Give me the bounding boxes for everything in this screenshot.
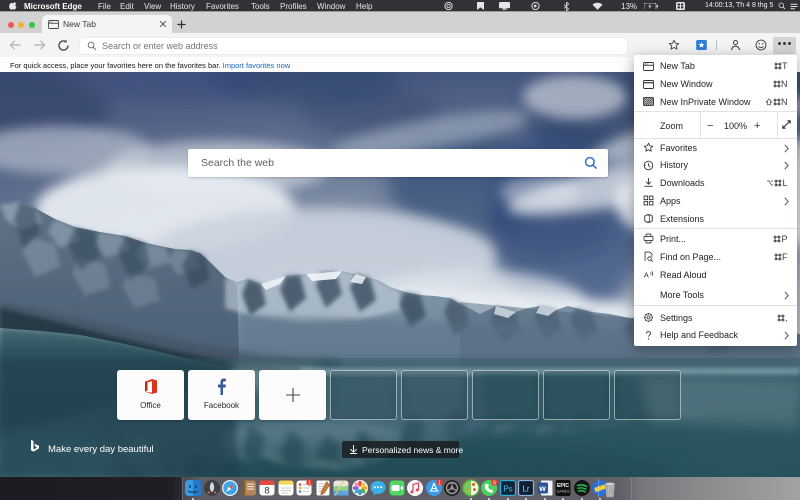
svg-text:1: 1 xyxy=(308,480,311,486)
svg-text:GAMES: GAMES xyxy=(557,489,571,493)
svg-text:A: A xyxy=(644,270,650,279)
svg-text:6: 6 xyxy=(493,480,496,486)
svg-text:8: 8 xyxy=(264,485,269,496)
svg-text:Ps: Ps xyxy=(503,484,512,493)
svg-text:Lr: Lr xyxy=(522,484,529,493)
svg-text:EPIC: EPIC xyxy=(557,483,569,489)
svg-text:1: 1 xyxy=(437,480,440,486)
svg-text:w: w xyxy=(538,483,546,493)
